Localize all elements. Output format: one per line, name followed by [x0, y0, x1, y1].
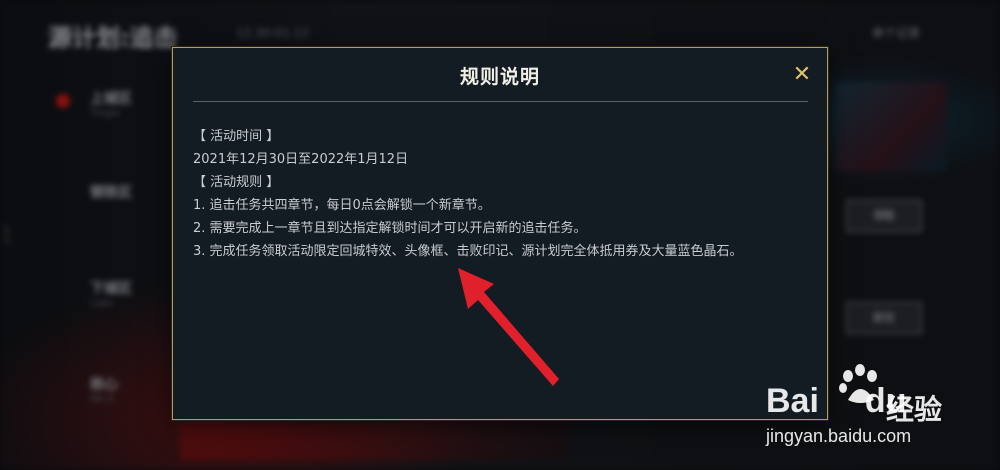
baidu-watermark: Bai du 经验 jingyan.baidu.com [766, 360, 996, 460]
section-header-time: 【 活动时间 】 [193, 129, 280, 144]
watermark-url: jingyan.baidu.com [766, 426, 912, 446]
time-range-text: 2021年12月30日至2022年1月12日 [193, 152, 409, 167]
rule-line-3: 3. 完成任务领取活动限定回城特效、头像框、击败印记、源计划完全体抵用券及大量蓝… [193, 244, 743, 259]
dialog-title: 规则说明 [459, 66, 540, 88]
rules-dialog: 规则说明 ✕ 【 活动时间 】 2021年12月30日至2022年1月12日 【… [172, 47, 828, 420]
rules-content: 【 活动时间 】 2021年12月30日至2022年1月12日 【 活动规则 】… [193, 125, 808, 263]
title-divider [193, 101, 808, 102]
rule-line-2: 2. 需要完成上一章节且到达指定解锁时间才可以开启新的追击任务。 [193, 221, 587, 236]
watermark-jingyan: 经验 [886, 393, 943, 426]
close-icon[interactable]: ✕ [791, 64, 813, 86]
rule-line-1: 1. 追击任务共四章节，每日0点会解锁一个新章节。 [193, 198, 491, 213]
section-header-rules: 【 活动规则 】 [193, 175, 280, 190]
